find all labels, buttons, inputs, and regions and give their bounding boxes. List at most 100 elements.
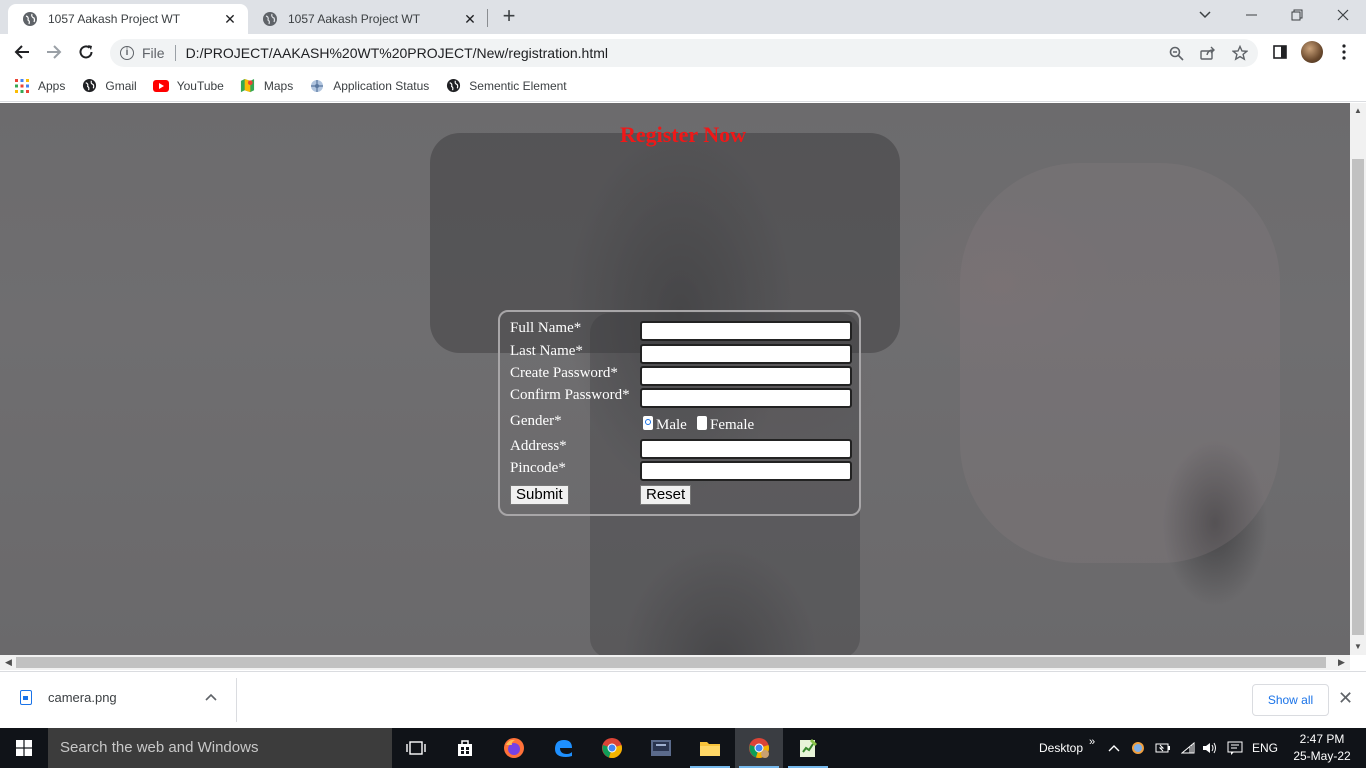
show-hidden-icons-chevron-icon[interactable] [1108,728,1120,768]
full-name-label: Full Name* [510,320,582,336]
bookmark-youtube[interactable]: YouTube [152,78,224,94]
pincode-input[interactable] [640,461,852,481]
scroll-up-arrow-icon[interactable]: ▲ [1354,106,1362,115]
horizontal-scroll-thumb[interactable] [16,657,1326,668]
battery-icon[interactable] [1155,728,1171,768]
last-name-label: Last Name* [510,343,583,359]
bookmark-label: Maps [263,78,294,93]
show-all-button[interactable]: Show all [1252,684,1329,716]
language-indicator[interactable]: ENG [1252,728,1278,768]
downloads-bar: camera.png Show all ✕ [0,671,1366,728]
edge-icon[interactable] [539,728,587,768]
horizontal-scrollbar[interactable]: ◀ ▶ [0,655,1350,670]
globe-icon [445,78,461,94]
notepad-plus-icon[interactable] [784,728,832,768]
full-name-input[interactable] [640,321,852,341]
bookmark-label: Application Status [333,78,430,93]
toolbar-expand-icon[interactable]: » [1089,722,1095,762]
maps-icon [240,78,256,94]
create-password-label: Create Password* [510,365,618,381]
gender-female-label: Female [710,417,755,433]
last-name-input[interactable] [640,344,852,364]
share-icon[interactable] [1196,39,1220,67]
bookmark-sementic-element[interactable]: Sementic Element [445,78,567,94]
address-bar[interactable]: i File D:/PROJECT/AAKASH%20WT%20PROJECT/… [110,39,1258,67]
create-password-input[interactable] [640,366,852,386]
scroll-right-arrow-icon[interactable]: ▶ [1338,657,1345,668]
vertical-scroll-thumb[interactable] [1352,159,1364,635]
gender-male-radio[interactable] [643,416,653,430]
address-divider [174,45,176,61]
back-arrow-icon[interactable] [8,38,36,66]
kebab-menu-icon[interactable] [1330,38,1358,66]
chrome-icon[interactable] [588,728,636,768]
profile-avatar[interactable] [1298,38,1326,66]
reload-icon[interactable] [72,38,100,66]
store-icon[interactable] [441,728,489,768]
tab-search-chevron-icon[interactable] [1182,0,1228,30]
chrome-running-icon[interactable] [735,728,783,768]
gender-male-label: Male [656,417,687,433]
submit-button[interactable]: Submit [510,485,569,505]
tab-separator [487,9,488,27]
app-status-icon [309,78,325,94]
close-window-button[interactable] [1320,0,1366,30]
confirm-password-label: Confirm Password* [510,387,630,403]
bookmark-apps[interactable]: Apps [14,78,65,94]
scroll-down-arrow-icon[interactable]: ▼ [1354,642,1362,651]
bookmark-application-status[interactable]: Application Status [309,78,429,94]
bookmark-maps[interactable]: Maps [240,78,293,94]
reset-button[interactable]: Reset [640,485,692,505]
restore-button[interactable] [1274,0,1320,30]
confirm-password-input[interactable] [640,388,852,408]
wifi-icon[interactable] [1181,728,1195,768]
close-tab-icon[interactable]: ✕ [462,11,478,27]
tab-title: 1057 Aakash Project WT [48,12,181,26]
bookmark-label: Sementic Element [469,78,567,93]
globe-icon [262,11,278,27]
gender-female-radio[interactable] [697,416,707,430]
system-clock[interactable]: 2:47 PM 25-May-22 [1290,731,1354,765]
vertical-scrollbar[interactable]: ▲ ▼ [1350,103,1366,655]
file-explorer-icon[interactable] [686,728,734,768]
windows-start-button[interactable] [0,728,48,768]
desktop-toolbar-label[interactable]: Desktop [1039,728,1083,768]
notifications-icon[interactable] [1227,728,1243,768]
new-tab-button[interactable]: + [498,5,520,28]
bookmark-label: YouTube [176,78,224,93]
firefox-icon[interactable] [490,728,538,768]
globe-icon [22,11,38,27]
minimize-button[interactable] [1228,0,1274,30]
tab-1057-aakash-project-wt-active[interactable]: 1057 Aakash Project WT ✕ [8,4,248,34]
bookmark-star-icon[interactable] [1228,39,1252,67]
bookmark-gmail[interactable]: Gmail [81,78,137,94]
task-view-icon[interactable] [392,728,440,768]
clock-time: 2:47 PM [1299,732,1345,746]
close-downloads-icon[interactable]: ✕ [1338,688,1353,709]
info-icon[interactable]: i [120,46,134,60]
bookmark-label: Apps [38,78,66,93]
page-content: Register Now Full Name* Last Name* Creat… [0,103,1350,655]
taskbar-search-box[interactable]: Search the web and Windows [48,728,392,768]
download-item[interactable]: camera.png [20,690,117,705]
forward-arrow-icon[interactable] [40,38,68,66]
windows-logo-icon [16,740,32,756]
sql-app-icon[interactable] [637,728,685,768]
apps-grid-icon [14,78,30,94]
zoom-icon[interactable] [1164,39,1188,67]
pincode-label: Pincode* [510,460,566,476]
address-input[interactable] [640,439,852,459]
page-title: Register Now [619,122,747,147]
side-panel-icon[interactable] [1266,38,1294,66]
downloads-divider [236,678,237,722]
volume-icon[interactable] [1202,728,1218,768]
gender-label: Gender* [510,413,562,429]
close-tab-icon[interactable]: ✕ [222,11,238,27]
chevron-up-icon[interactable] [205,690,217,704]
registration-form: Full Name* Last Name* Create Password* C… [498,310,861,516]
browser-toolbar: i File D:/PROJECT/AAKASH%20WT%20PROJECT/… [0,34,1366,70]
image-file-icon [20,690,32,705]
weather-icon[interactable] [1131,728,1145,768]
scroll-left-arrow-icon[interactable]: ◀ [5,657,12,668]
tab-1057-aakash-project-wt[interactable]: 1057 Aakash Project WT ✕ [248,4,488,34]
